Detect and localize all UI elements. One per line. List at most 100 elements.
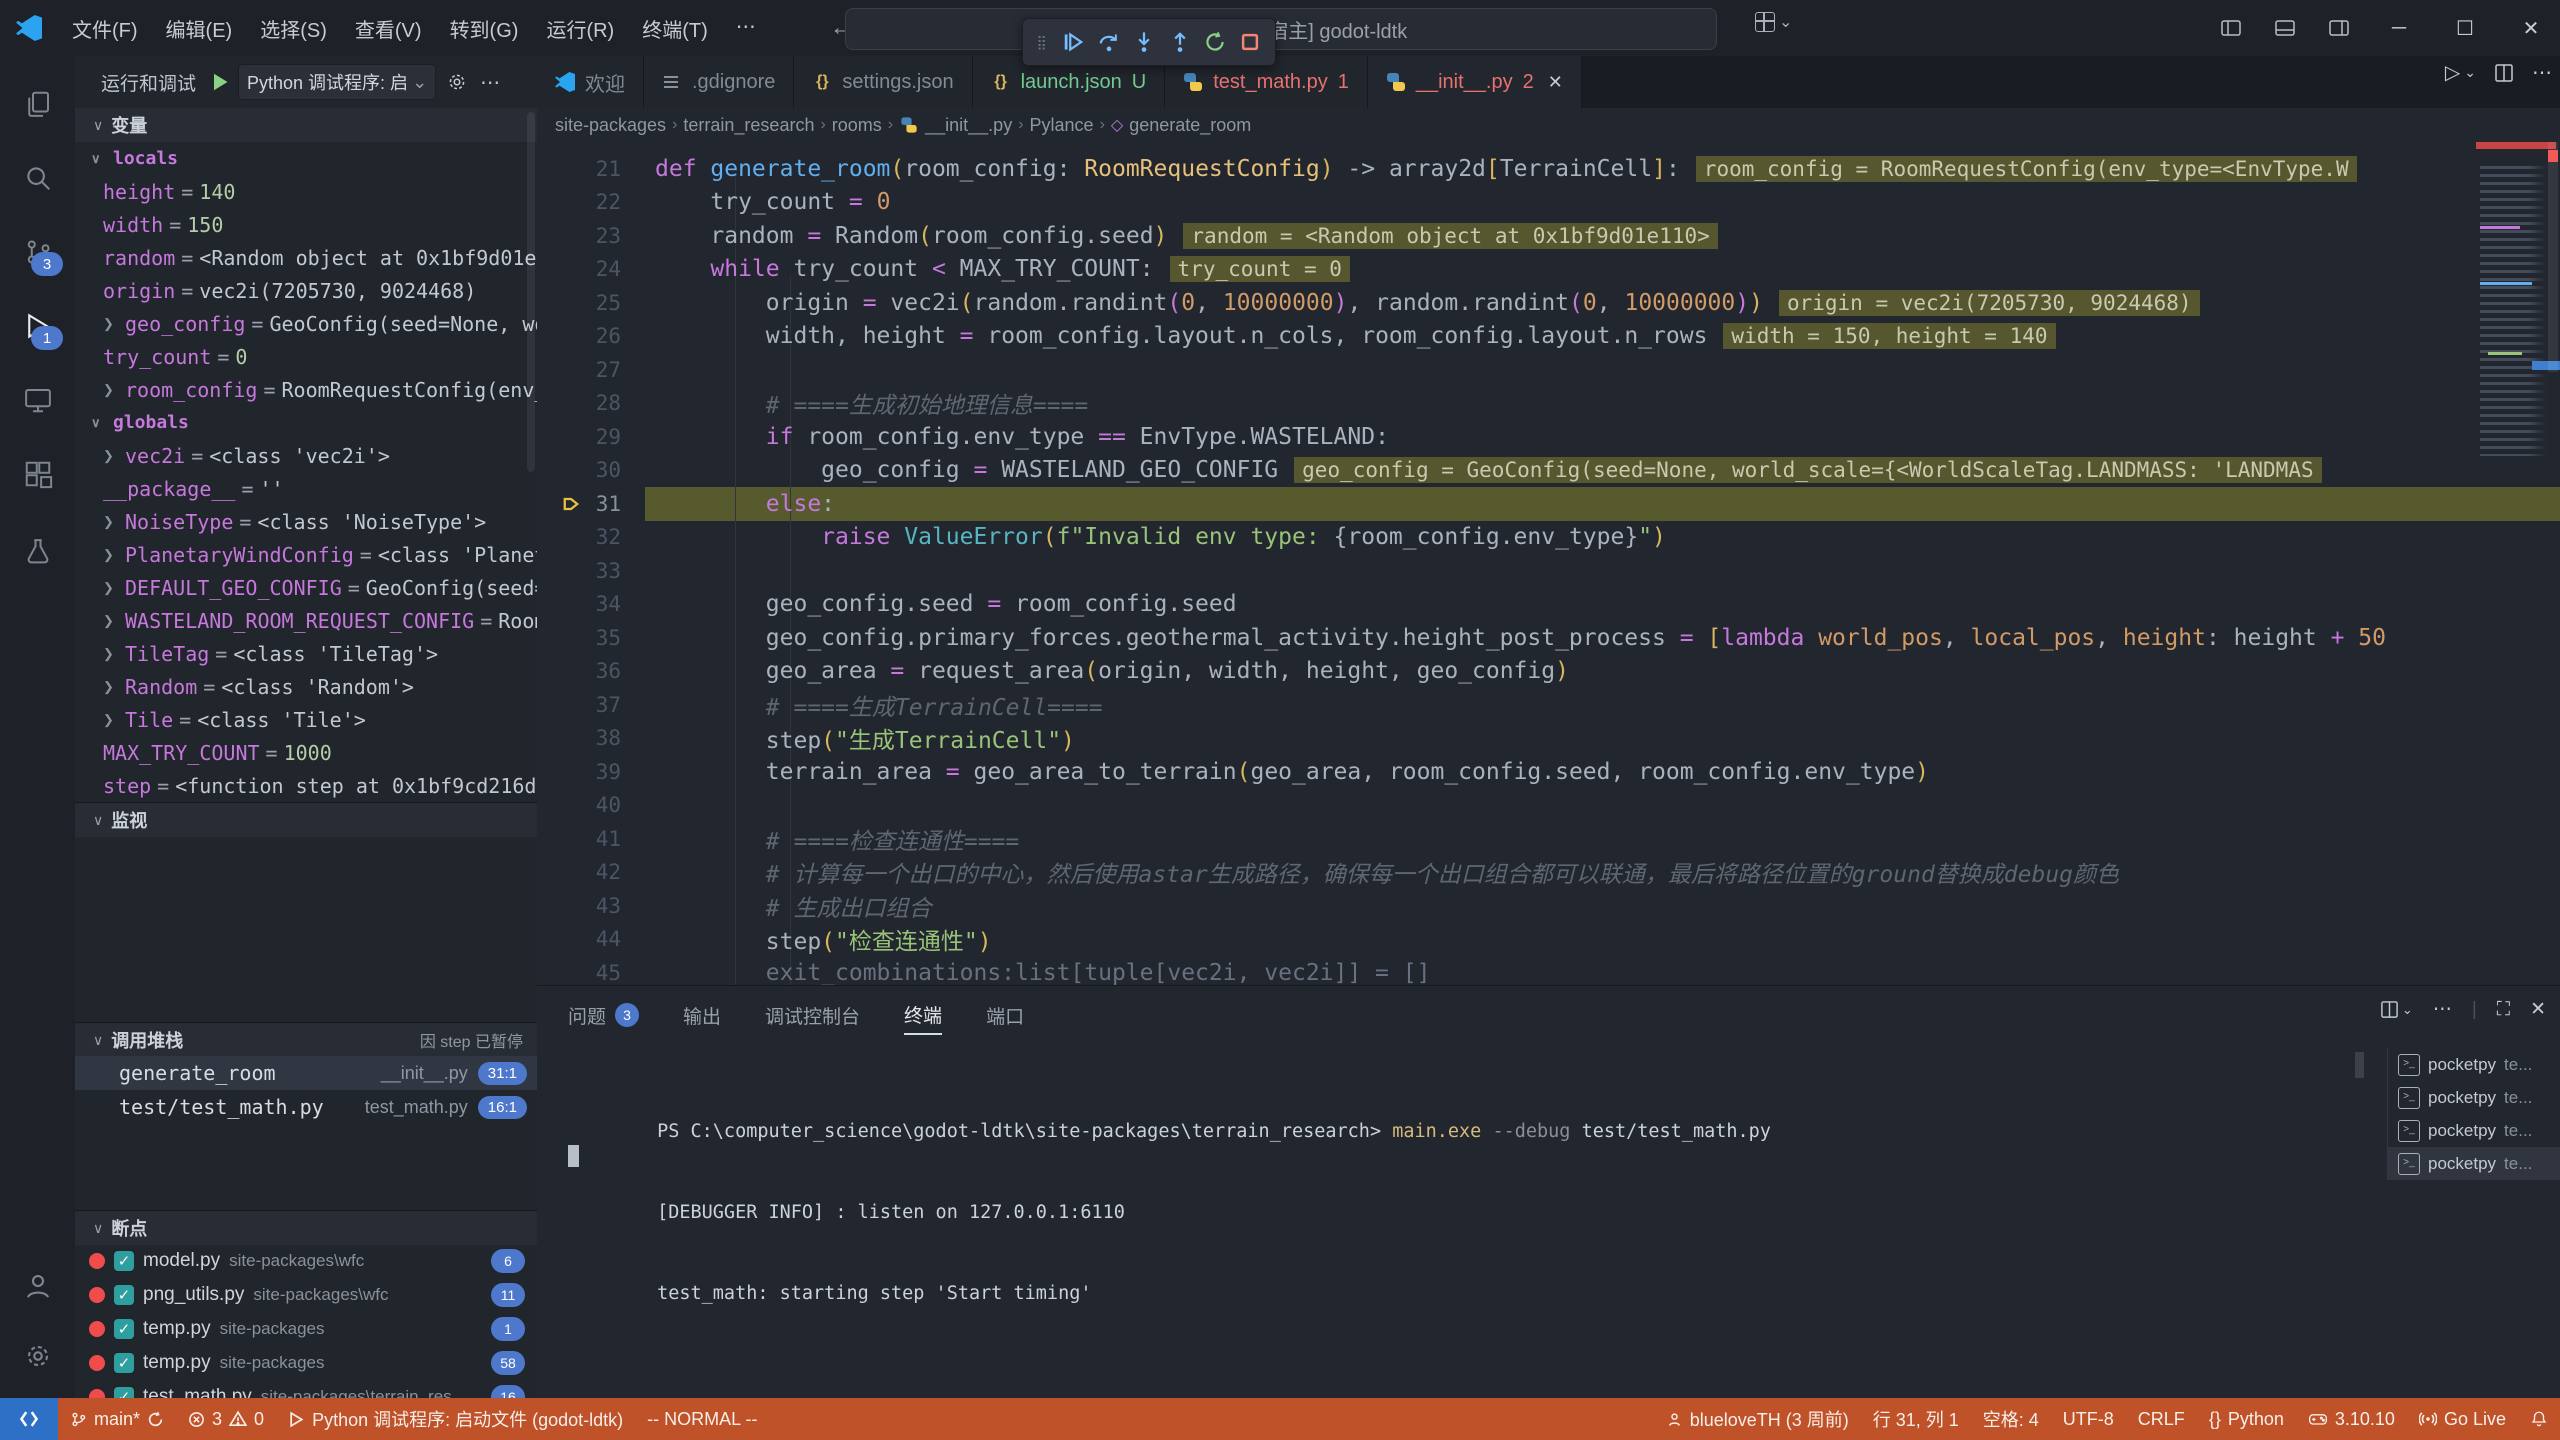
panel-tab[interactable]: 输出 (683, 996, 721, 1034)
remote-explorer-icon[interactable] (0, 368, 75, 432)
expand-chevron-icon[interactable]: ❯ (103, 316, 125, 332)
variable-row[interactable]: ∨ globals (75, 406, 537, 439)
breakpoint-row[interactable]: ✓ model.py site-packages\wfc 6 (75, 1244, 537, 1278)
stack-frame-row[interactable]: test/test_math.py test_math.py 16:1 (75, 1090, 537, 1124)
expand-chevron-icon[interactable]: ❯ (103, 514, 125, 530)
breadcrumb-item[interactable]: site-packages› (555, 115, 677, 136)
expand-chevron-icon[interactable]: ❯ (103, 382, 125, 398)
code-line[interactable]: 30 geo_config = WASTELAND_GEO_CONFIG geo… (537, 454, 2560, 488)
breakpoint-row[interactable]: ✓ temp.py site-packages 58 (75, 1346, 537, 1380)
code-line[interactable]: 41 # ====检查连通性==== (537, 822, 2560, 856)
remote-indicator[interactable] (0, 1398, 58, 1440)
extensions-icon[interactable] (0, 442, 75, 506)
encoding-item[interactable]: UTF-8 (2051, 1398, 2126, 1440)
expand-chevron-icon[interactable]: ❯ (103, 712, 125, 728)
variable-row[interactable]: ❯ PlanetaryWindConfig = <class 'Planeta… (75, 538, 537, 571)
code-line[interactable]: 37 # ====生成TerrainCell==== (537, 688, 2560, 722)
code-line[interactable]: 26 width, height = room_config.layout.n_… (537, 320, 2560, 354)
editor-tab[interactable]: __init__.py 2 ✕ (1368, 56, 1582, 108)
breakpoint-checkbox[interactable]: ✓ (114, 1285, 134, 1305)
debug-settings-gear-icon[interactable] (446, 71, 468, 93)
code-editor[interactable]: 21 def generate_room(room_config: RoomRe… (537, 142, 2560, 985)
code-line[interactable]: 29 if room_config.env_type == EnvType.WA… (537, 420, 2560, 454)
variable-row[interactable]: ❯ NoiseType = <class 'NoiseType'> (75, 505, 537, 538)
code-line[interactable]: 27 (537, 353, 2560, 387)
variable-row[interactable]: step = <function step at 0x1bf9cd216d (75, 769, 537, 802)
menu-item[interactable]: ⋯ (722, 8, 770, 49)
breadcrumb-item[interactable]: rooms› (832, 115, 893, 136)
terminal-instance-row[interactable]: >_ pocketpy te... (2388, 1147, 2560, 1180)
step-out-button[interactable] (1169, 31, 1191, 53)
split-editor-icon[interactable] (2494, 63, 2514, 83)
code-line[interactable]: 31 else: (537, 487, 2560, 521)
breadcrumb-symbol[interactable]: generate_room (1129, 115, 1251, 136)
toggle-sidebar-icon[interactable] (2208, 8, 2254, 48)
terminal-instance-row[interactable]: >_ pocketpy te... (2388, 1114, 2560, 1147)
split-terminal-button[interactable]: ⌄ (2380, 1000, 2413, 1019)
menu-item[interactable]: 文件(F) (58, 8, 152, 49)
restart-button[interactable] (1204, 31, 1226, 53)
source-control-icon[interactable]: 3 (0, 220, 75, 284)
step-over-button[interactable] (1098, 31, 1120, 53)
stop-button[interactable] (1239, 31, 1261, 53)
code-line[interactable]: 36 geo_area = request_area(origin, width… (537, 655, 2560, 689)
stack-frame-row[interactable]: generate_room __init__.py 31:1 (75, 1056, 537, 1090)
breakpoint-row[interactable]: ✓ png_utils.py site-packages\wfc 11 (75, 1278, 537, 1312)
code-line[interactable]: 38 step("生成TerrainCell") (537, 722, 2560, 756)
more-actions-icon[interactable]: ⋯ (2433, 998, 2452, 1021)
variable-row[interactable]: ❯ DEFAULT_GEO_CONFIG = GeoConfig(seed=1… (75, 571, 537, 604)
terminal-output[interactable]: PS C:\computer_science\godot-ldtk\site-p… (568, 1064, 2360, 1307)
eol-item[interactable]: CRLF (2126, 1398, 2197, 1440)
breadcrumb-lang[interactable]: Pylance (1030, 115, 1094, 136)
panel-tab[interactable]: 调试控制台 (765, 996, 860, 1034)
minimize-button[interactable]: ─ (2370, 0, 2428, 56)
code-line[interactable]: 28 # ====生成初始地理信息==== (537, 387, 2560, 421)
python-version-item[interactable]: 3.10.10 (2296, 1398, 2407, 1440)
code-line[interactable]: 40 (537, 789, 2560, 823)
git-blame-item[interactable]: blueloveTH (3 周前) (1654, 1398, 1861, 1440)
callstack-section-header[interactable]: ∨ 调用堆栈 因 step 已暂停 (75, 1022, 537, 1057)
code-line[interactable]: 45 exit_combinations:list[tuple[vec2i, v… (537, 956, 2560, 985)
expand-chevron-icon[interactable]: ∨ (91, 415, 113, 431)
code-line[interactable]: 24 while try_count < MAX_TRY_COUNT: try_… (537, 253, 2560, 287)
expand-chevron-icon[interactable]: ❯ (103, 547, 125, 563)
panel-tab[interactable]: 端口 (986, 996, 1024, 1034)
menu-item[interactable]: 终端(T) (628, 8, 722, 49)
expand-chevron-icon[interactable]: ❯ (103, 646, 125, 662)
git-branch-item[interactable]: main* (58, 1398, 176, 1440)
start-debug-icon[interactable] (208, 70, 232, 94)
expand-chevron-icon[interactable]: ❯ (103, 679, 125, 695)
more-actions-icon[interactable]: ⋯ (480, 70, 500, 95)
variable-row[interactable]: try_count = 0 (75, 340, 537, 373)
code-line[interactable]: 25 origin = vec2i(random.randint(0, 1000… (537, 286, 2560, 320)
menu-item[interactable]: 转到(G) (436, 8, 533, 49)
toggle-secondary-sidebar-icon[interactable] (2316, 8, 2362, 48)
accounts-icon[interactable] (0, 1254, 75, 1318)
maximize-panel-icon[interactable]: ⛶ (2497, 999, 2510, 1021)
close-button[interactable]: ✕ (2502, 0, 2560, 56)
indentation-item[interactable]: 空格: 4 (1971, 1398, 2051, 1440)
editor-tab[interactable]: 欢迎 (537, 56, 644, 108)
variable-row[interactable]: width = 150 (75, 208, 537, 241)
code-line[interactable]: 44 step("检查连通性") (537, 923, 2560, 957)
menu-item[interactable]: 选择(S) (246, 8, 341, 49)
editor-scrollbar[interactable] (2548, 142, 2558, 372)
code-line[interactable]: 33 (537, 554, 2560, 588)
variable-row[interactable]: ❯ room_config = RoomRequestConfig(env_t… (75, 373, 537, 406)
run-python-file-button[interactable]: ▷⌄ (2445, 60, 2476, 85)
code-line[interactable]: 34 geo_config.seed = room_config.seed (537, 588, 2560, 622)
menu-item[interactable]: 查看(V) (341, 8, 436, 49)
expand-chevron-icon[interactable]: ❯ (103, 580, 125, 596)
editor-tab[interactable]: .gdignore (644, 56, 794, 108)
breakpoint-checkbox[interactable]: ✓ (114, 1387, 134, 1398)
toggle-panel-icon[interactable] (2262, 8, 2308, 48)
breadcrumb-file[interactable]: __init__.py (925, 115, 1012, 136)
more-actions-icon[interactable]: ⋯ (2532, 60, 2552, 85)
problems-item[interactable]: 3 0 (176, 1398, 276, 1440)
code-line[interactable]: 21 def generate_room(room_config: RoomRe… (537, 152, 2560, 186)
layout-grid-icon[interactable]: ⌄ (1755, 12, 1792, 32)
variable-row[interactable]: ❯ TileTag = <class 'TileTag'> (75, 637, 537, 670)
panel-scrollbar[interactable] (2355, 1052, 2364, 1078)
watch-section-header[interactable]: ∨ 监视 (75, 802, 537, 837)
debug-config-dropdown[interactable]: Python 调试程序: 启 ⌄ (238, 64, 436, 100)
